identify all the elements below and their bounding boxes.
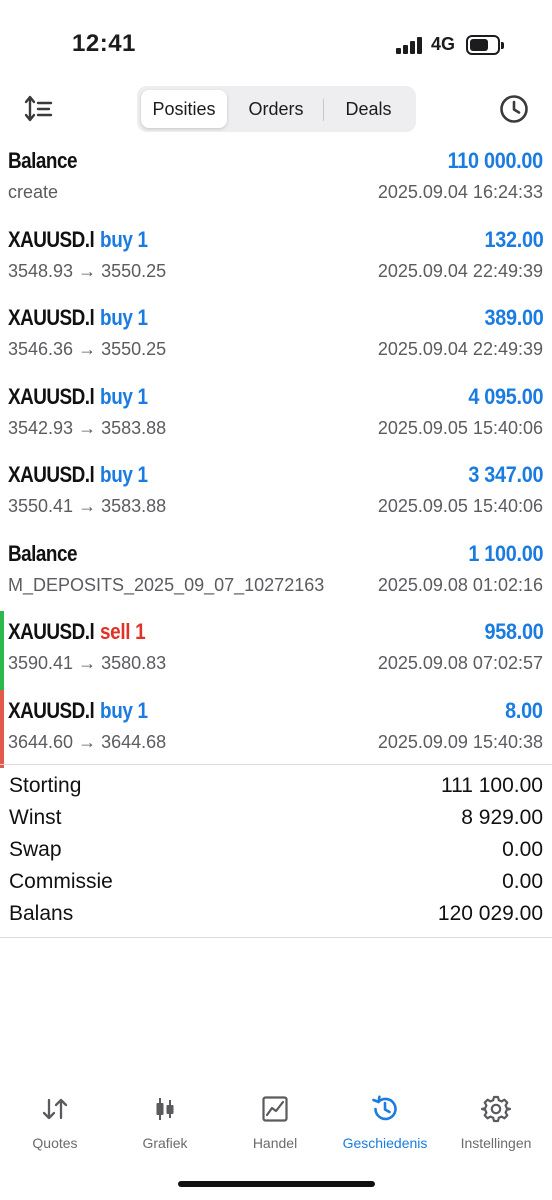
network-type: 4G [431,34,456,54]
summary-value: 120 029.00 [437,902,543,925]
sort-lines-icon[interactable] [22,92,56,126]
deal-profit: 110 000.00 [447,148,544,173]
summary-row-winst: Winst 8 929.00 [0,803,552,835]
deal-side: buy 1 [100,462,149,487]
list-item[interactable]: Balance 110 000.00 create 2025.09.04 16:… [0,140,552,219]
summary-value: 111 100.00 [441,774,543,797]
deal-detail: 3542.93 → 3583.88 [8,417,167,438]
deal-symbol: XAUUSD.l [8,697,95,723]
deals-list: Balance 110 000.00 create 2025.09.04 16:… [0,140,552,768]
history-icon [370,1094,400,1124]
tab-posities[interactable]: Posities [141,90,227,128]
summary-value: 0.00 [502,870,543,893]
candlestick-icon [150,1094,180,1124]
tab-geschiedenis[interactable]: Geschiedenis [330,1090,440,1160]
tab-quotes[interactable]: Quotes [0,1090,110,1160]
battery-icon [466,35,504,55]
home-indicator [178,1181,375,1187]
deal-marker [0,689,4,768]
tab-grafiek[interactable]: Grafiek [110,1090,220,1160]
deal-side: buy 1 [100,697,149,723]
tab-label: Handel [252,1135,298,1151]
deal-time: 2025.09.04 16:24:33 [377,182,543,202]
deal-detail: 3590.41 → 3580.83 [8,653,167,673]
deal-detail: 3548.93 → 3550.25 [8,260,167,281]
deal-time: 2025.09.09 15:40:38 [377,731,543,752]
deal-detail: 3644.60 → 3644.68 [8,731,167,752]
deal-side: buy 1 [100,226,149,252]
deal-time: 2025.09.05 15:40:06 [377,417,543,438]
deal-symbol: XAUUSD.l [8,619,95,644]
deal-profit: 3 347.00 [468,462,543,487]
summary-row-swap: Swap 0.00 [0,835,552,867]
tab-instellingen[interactable]: Instellingen [441,1090,551,1160]
segment-divider [323,99,324,121]
summary-row-balans: Balans 120 029.00 [0,899,552,931]
deal-detail: 3550.41 → 3583.88 [8,496,167,516]
deal-side: buy 1 [100,305,149,330]
summary-value: 8 929.00 [461,806,543,829]
summary: Storting 111 100.00 Winst 8 929.00 Swap … [0,771,552,931]
tab-label: Instellingen [460,1135,532,1151]
deal-symbol: XAUUSD.l [8,383,95,409]
deal-profit: 389.00 [484,305,543,330]
list-item[interactable]: Balance 1 100.00 M_DEPOSITS_2025_09_07_1… [0,533,552,612]
deal-side: buy 1 [100,383,149,409]
deal-time: 2025.09.05 15:40:06 [377,496,543,516]
deal-time: 2025.09.08 07:02:57 [377,653,543,673]
tab-label: Grafiek [142,1135,188,1151]
list-item[interactable]: XAUUSD.l buy 1 4 095.00 3542.93 → 3583.8… [0,376,552,455]
summary-row-storting: Storting 111 100.00 [0,771,552,803]
list-item[interactable]: XAUUSD.l buy 1 3 347.00 3550.41 → 3583.8… [0,454,552,533]
signal-strength-icon [396,36,424,54]
list-item[interactable]: XAUUSD.l buy 1 132.00 3548.93 → 3550.25 … [0,219,552,298]
tab-label: Geschiedenis [342,1135,428,1151]
deal-time: 2025.09.04 22:49:39 [377,339,543,359]
summary-label: Storting [9,774,82,797]
tab-bar: Quotes Grafiek Handel Geschiedenis Inste… [0,1090,552,1160]
deal-marker [0,611,4,690]
summary-row-commissie: Commissie 0.00 [0,867,552,899]
summary-label: Balans [9,902,74,925]
deal-symbol: XAUUSD.l [8,305,95,330]
summary-bottom-divider [0,937,552,938]
clock-icon[interactable] [497,92,531,126]
deal-symbol: Balance [8,540,77,566]
summary-label: Commissie [9,870,113,893]
deal-profit: 132.00 [484,226,543,252]
segmented-control: Posities Orders Deals [137,86,416,132]
summary-label: Swap [9,838,62,861]
summary-value: 0.00 [502,838,543,861]
list-item[interactable]: XAUUSD.l sell 1 958.00 3590.41 → 3580.83… [0,611,552,690]
toolbar: Posities Orders Deals [0,84,552,134]
deal-detail: M_DEPOSITS_2025_09_07_10272163 [8,574,325,595]
status-time: 12:41 [72,30,136,57]
deal-detail: create [8,182,59,202]
tab-orders[interactable]: Orders [231,90,321,128]
summary-divider [0,764,552,765]
deal-profit: 8.00 [505,697,544,723]
tab-label: Quotes [32,1135,78,1151]
deal-profit: 4 095.00 [468,383,543,409]
list-item[interactable]: XAUUSD.l buy 1 8.00 3644.60 → 3644.68 20… [0,689,552,768]
deal-side: sell 1 [100,619,146,644]
tab-deals[interactable]: Deals [325,90,412,128]
deal-time: 2025.09.08 01:02:16 [377,574,543,595]
quotes-arrows-icon [40,1094,70,1124]
deal-symbol: XAUUSD.l [8,462,95,487]
deal-detail: 3546.36 → 3550.25 [8,339,167,359]
tab-handel[interactable]: Handel [220,1090,330,1160]
summary-label: Winst [9,806,62,829]
deal-profit: 958.00 [484,619,543,644]
deal-symbol: XAUUSD.l [8,226,95,252]
gear-icon [480,1094,512,1124]
trade-chart-icon [260,1094,290,1124]
deal-time: 2025.09.04 22:49:39 [377,260,543,281]
status-bar: 12:41 4G [0,0,552,80]
list-item[interactable]: XAUUSD.l buy 1 389.00 3546.36 → 3550.25 … [0,297,552,376]
deal-symbol: Balance [8,148,77,173]
deal-profit: 1 100.00 [468,540,543,566]
